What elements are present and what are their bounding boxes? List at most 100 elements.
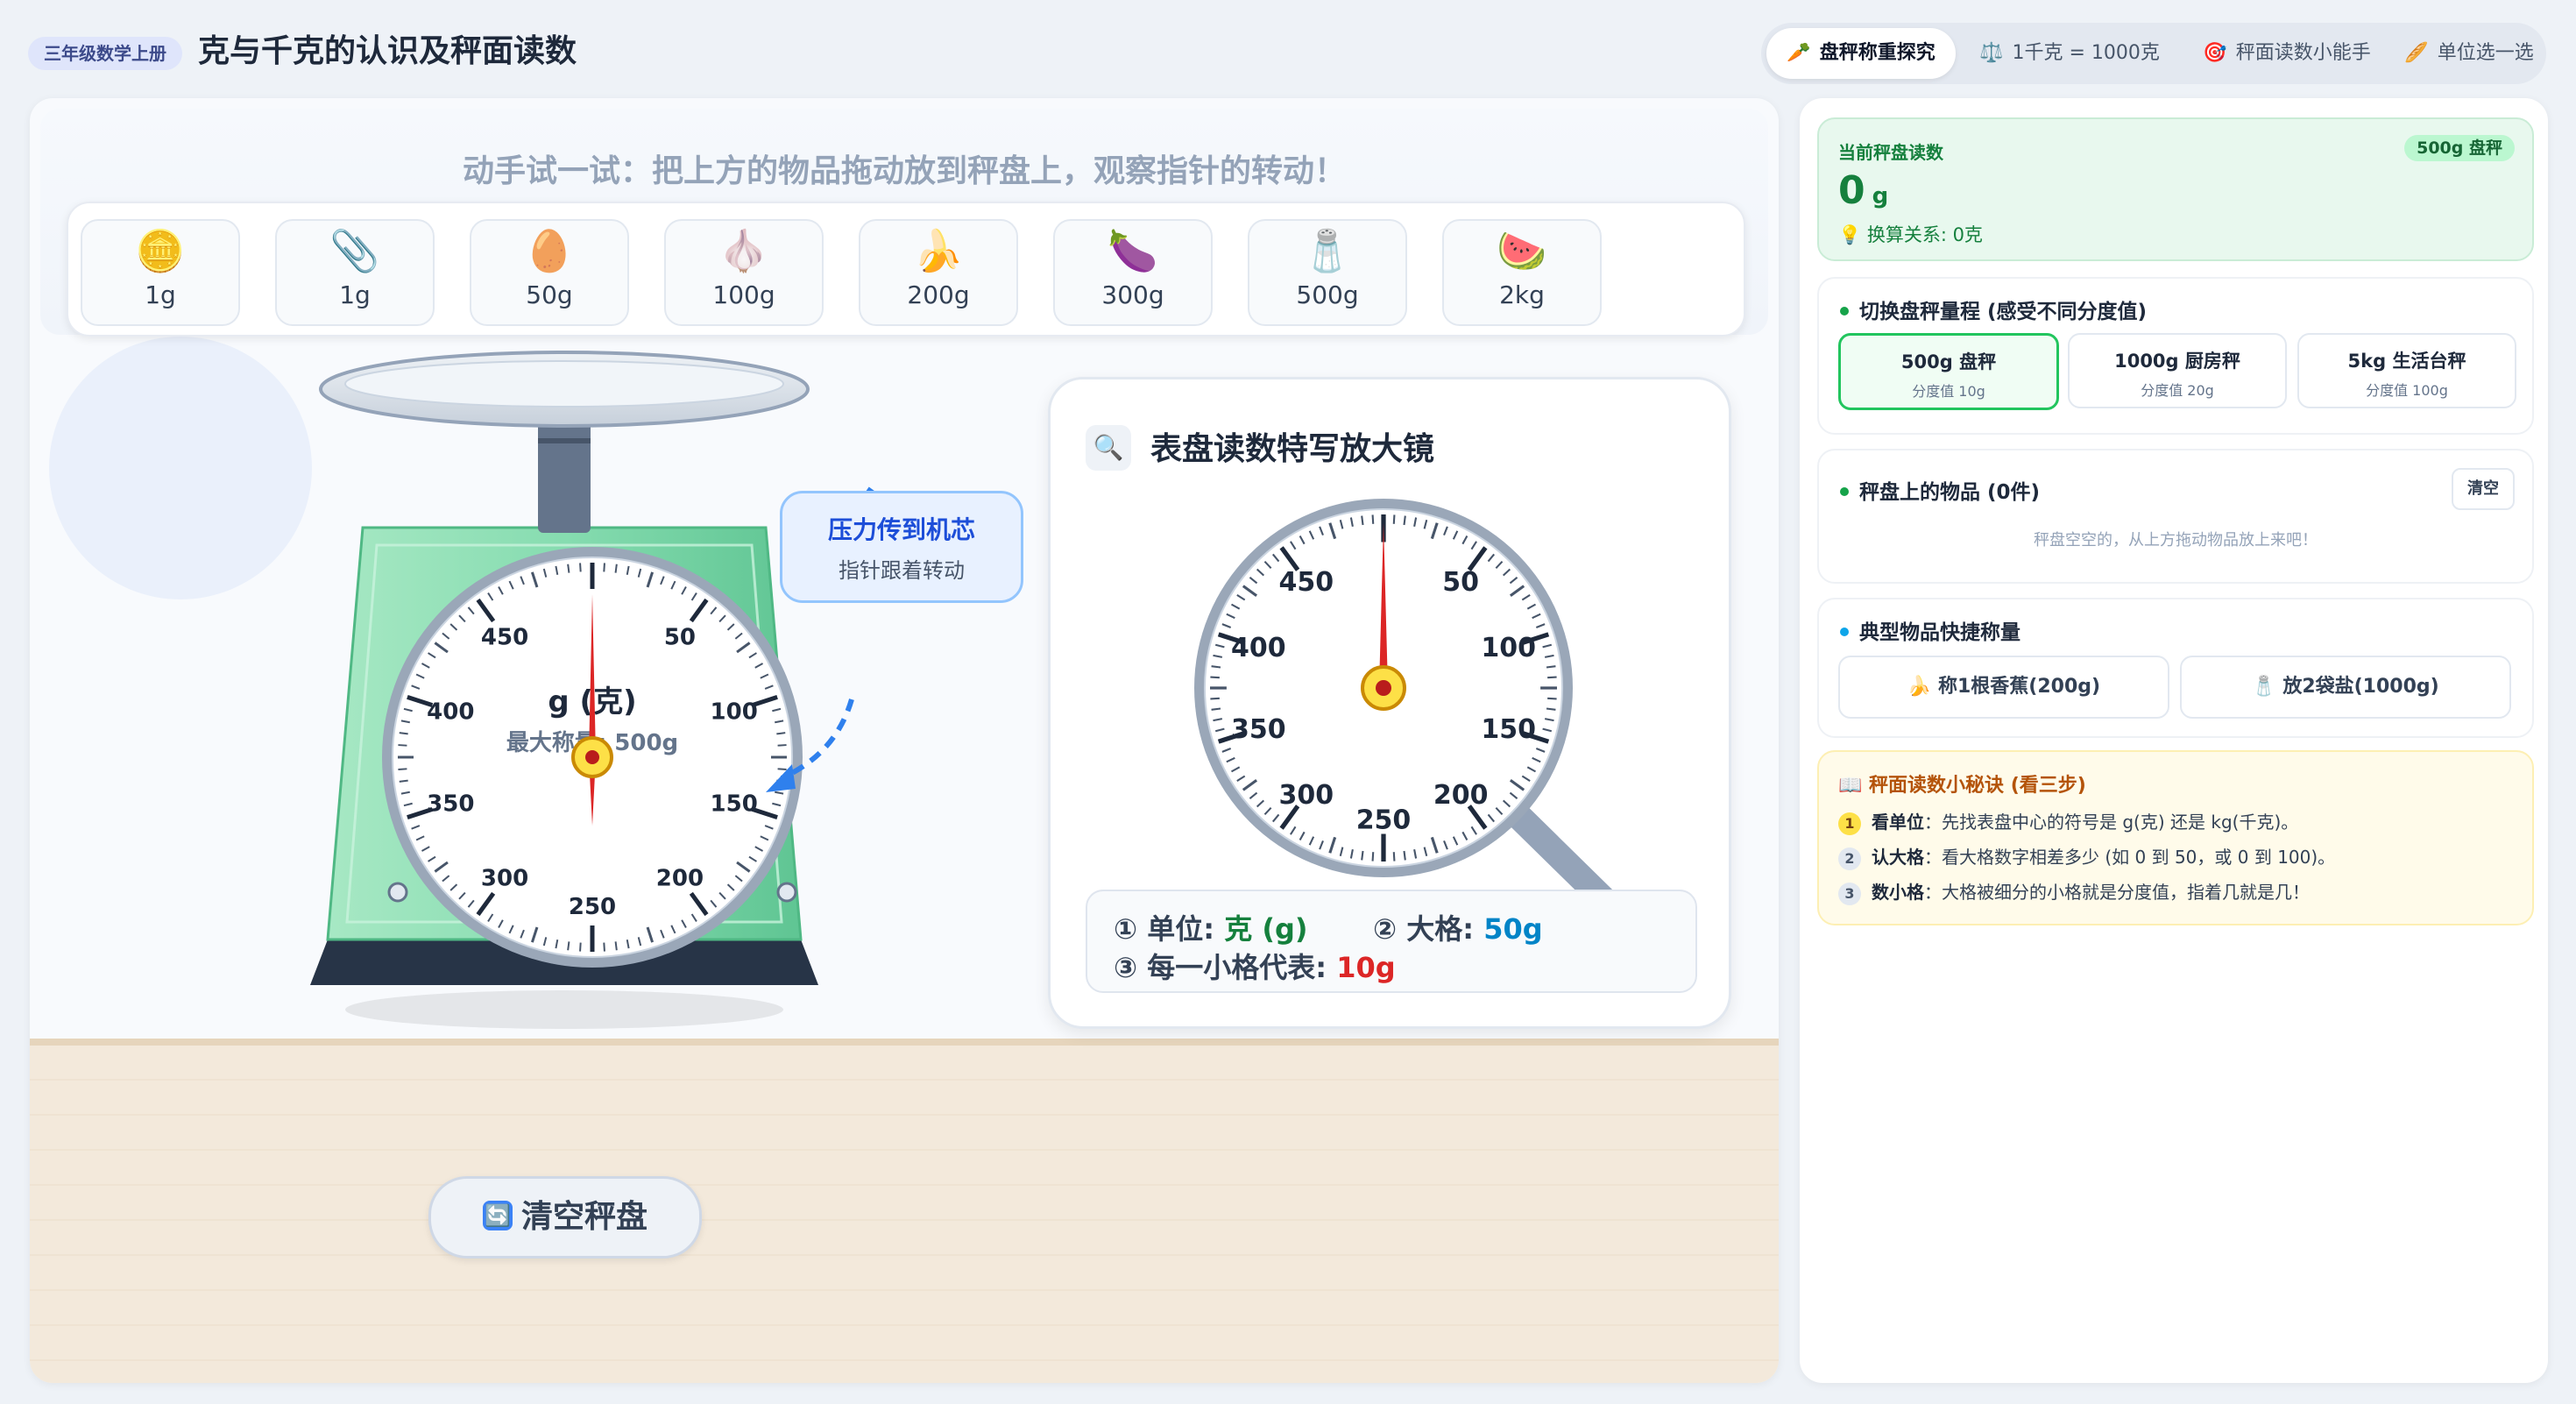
dial-tick bbox=[1392, 852, 1396, 862]
background-decoration bbox=[49, 337, 312, 599]
draggable-item-banana[interactable]: 🍌 200g bbox=[859, 219, 1018, 326]
draggable-item-salt[interactable]: 🧂 500g bbox=[1248, 219, 1407, 326]
dial-tick bbox=[1210, 697, 1220, 700]
top-bar: 三年级数学上册 克与千克的认识及秤面读数 🥕 盘秤称重探究 ⚖️ 1千克 = 100… bbox=[0, 0, 2576, 103]
dial-number: 350 bbox=[1231, 714, 1286, 745]
reading-number: 0 bbox=[1838, 168, 1865, 213]
item-weight: 100g bbox=[712, 280, 775, 309]
range-step: 分度值 10g bbox=[1912, 383, 1985, 400]
bullet-dot bbox=[1840, 627, 1849, 636]
tab-kg-g-conversion[interactable]: ⚖️ 1千克 = 1000克 bbox=[1964, 28, 2175, 79]
clear-pan-button[interactable]: 🔄 清空秤盘 bbox=[428, 1176, 702, 1259]
scale-stem bbox=[538, 421, 591, 533]
balance-icon: ⚖️ bbox=[1979, 42, 2004, 64]
dial-tick bbox=[614, 941, 618, 951]
target-icon: 🎯 bbox=[2203, 42, 2227, 64]
range-option-5kg[interactable]: 5kg 生活台秤 分度值 100g bbox=[2297, 333, 2516, 408]
clear-items-button[interactable]: 清空 bbox=[2452, 468, 2515, 510]
draggable-item-paperclip[interactable]: 📎 1g bbox=[275, 219, 435, 326]
tip-text: ：先找表盘中心的符号是 g(克) 还是 kg(千克)。 bbox=[1924, 812, 2299, 833]
reading-card: 当前秤盘读数 500g 盘秤 0g 💡 换算关系: 0克 bbox=[1817, 117, 2534, 261]
draggable-item-garlic[interactable]: 🧄 100g bbox=[664, 219, 824, 326]
pressure-callout: 压力传到机芯 指针跟着转动 bbox=[780, 491, 1023, 603]
dial-tick bbox=[1547, 676, 1557, 679]
callout-title: 压力传到机芯 bbox=[827, 515, 975, 544]
dial-number: 350 bbox=[427, 791, 474, 818]
egg-icon: 🥚 bbox=[524, 227, 575, 274]
tips-title: 📖 秤面读数小秘诀 (看三步) bbox=[1838, 775, 2086, 797]
scale-type-tag: 500g 盘秤 bbox=[2404, 135, 2515, 161]
big-prefix: ② 大格: bbox=[1373, 912, 1484, 946]
dial-tick bbox=[579, 563, 582, 572]
quick-weigh-banana-button[interactable]: 🍌 称1根香蕉(200g) bbox=[1838, 656, 2169, 719]
on-scale-title: 秤盘上的物品 (0件) bbox=[1840, 475, 2040, 505]
quick-weigh-salt-button[interactable]: 🧂 放2袋盐(1000g) bbox=[2180, 656, 2511, 719]
item-weight: 200g bbox=[907, 280, 970, 309]
dial-number: 250 bbox=[569, 894, 616, 920]
unit-line: ① 单位: 克 (g) bbox=[1114, 907, 1308, 947]
tab-scale-explore[interactable]: 🥕 盘秤称重探究 bbox=[1766, 28, 1956, 79]
refresh-icon: 🔄 bbox=[482, 1201, 513, 1230]
salt-icon: 🧂 bbox=[1302, 227, 1353, 274]
magnifier-icon: 🔍 bbox=[1086, 425, 1131, 471]
item-weight: 500g bbox=[1296, 280, 1359, 309]
unit-prefix: ① 单位: bbox=[1114, 912, 1225, 946]
dial-tick bbox=[1371, 852, 1375, 862]
dial-number: 400 bbox=[427, 699, 474, 726]
magnified-dial: 50 100 150 200 250 300 350 400 450 bbox=[1194, 499, 1623, 918]
tab-unit-choice[interactable]: 🥖 单位选一选 bbox=[2397, 28, 2541, 79]
clear-pan-label: 清空秤盘 bbox=[520, 1199, 648, 1235]
reading-unit: g bbox=[1872, 183, 1889, 209]
dial-tick bbox=[1210, 676, 1220, 679]
conversion-text: 💡 换算关系: 0克 bbox=[1838, 224, 1983, 245]
quick-title-text: 典型物品快捷称量 bbox=[1859, 621, 2020, 644]
page-title: 克与千克的认识及秤面读数 bbox=[198, 33, 577, 69]
item-weight: 1g bbox=[339, 280, 371, 309]
unit-value: 克 (g) bbox=[1224, 912, 1308, 946]
dial-number: 200 bbox=[1433, 780, 1489, 811]
dial-tick bbox=[399, 779, 408, 783]
range-title: 切换盘秤量程 (感受不同分度值) bbox=[1840, 294, 2147, 324]
callout-subtitle: 指针跟着转动 bbox=[839, 558, 965, 583]
dial-tick bbox=[398, 744, 407, 747]
range-step: 分度值 20g bbox=[2141, 382, 2214, 399]
tip-number: 1 bbox=[1838, 812, 1861, 835]
quick-title: 典型物品快捷称量 bbox=[1840, 615, 2020, 645]
reading-label: 当前秤盘读数 bbox=[1838, 142, 1943, 163]
tip-text: ：大格被细分的小格就是分度值，指着几就是几！ bbox=[1924, 882, 2310, 903]
item-tray: 🪙 1g 📎 1g 🥚 50g 🧄 100g 🍌 200g 🍆 300g 🧂 500g 🍉 2k… bbox=[67, 202, 1745, 337]
dial-number: 150 bbox=[1481, 714, 1536, 745]
tip-number: 3 bbox=[1838, 883, 1861, 905]
range-option-1000g[interactable]: 1000g 厨房秤分度值 20g bbox=[2068, 333, 2287, 408]
range-name: 1000g 厨房秤 bbox=[2114, 351, 2240, 372]
dial-tick bbox=[1546, 707, 1556, 711]
dial-number: 300 bbox=[1279, 780, 1334, 811]
item-tray-area: 动手试一试：把上方的物品拖动放到秤盘上，观察指针的转动！ 🪙 1g 📎 1g 🥚 50… bbox=[40, 109, 1768, 337]
range-option-500g[interactable]: 500g 盘秤 分度值 10g bbox=[1838, 333, 2059, 410]
eggplant-icon: 🍆 bbox=[1108, 227, 1158, 274]
dial-tick bbox=[1371, 514, 1375, 524]
small-value: 10g bbox=[1336, 951, 1396, 984]
draggable-item-watermelon[interactable]: 🍉 2kg bbox=[1442, 219, 1602, 326]
tab-reading-practice[interactable]: 🎯 秤面读数小能手 bbox=[2182, 28, 2392, 79]
dial-number: 300 bbox=[481, 866, 528, 892]
draggable-item-egg[interactable]: 🥚 50g bbox=[470, 219, 629, 326]
coin-icon: 🪙 bbox=[135, 227, 186, 274]
draggable-item-eggplant[interactable]: 🍆 300g bbox=[1053, 219, 1213, 326]
draggable-item-coin[interactable]: 🪙 1g bbox=[81, 219, 240, 326]
instruction-text: 动手试一试：把上方的物品拖动放到秤盘上，观察指针的转动！ bbox=[462, 153, 1346, 189]
tab-label: 单位选一选 bbox=[2437, 42, 2534, 64]
dial-tick bbox=[399, 732, 408, 735]
range-card: 切换盘秤量程 (感受不同分度值) 500g 盘秤 分度值 10g 1000g 厨房… bbox=[1817, 277, 2534, 435]
carrot-icon: 🥕 bbox=[1787, 42, 1811, 64]
empty-pan-note: 秤盘空空的，从上方拖动物品放上来吧！ bbox=[2034, 531, 2318, 550]
on-scale-title-text: 秤盘上的物品 (0件) bbox=[1859, 481, 2041, 504]
bullet-dot bbox=[1840, 486, 1849, 496]
big-division-line: ② 大格: 50g bbox=[1373, 907, 1543, 947]
dial-tick bbox=[603, 563, 605, 572]
item-weight: 2kg bbox=[1499, 280, 1545, 309]
bullet-dot bbox=[1840, 306, 1849, 316]
range-name: 5kg 生活台秤 bbox=[2347, 351, 2466, 372]
tip-item: 1 看单位：先找表盘中心的符号是 g(克) 还是 kg(千克)。 bbox=[1838, 808, 2298, 835]
item-weight: 50g bbox=[526, 280, 573, 309]
